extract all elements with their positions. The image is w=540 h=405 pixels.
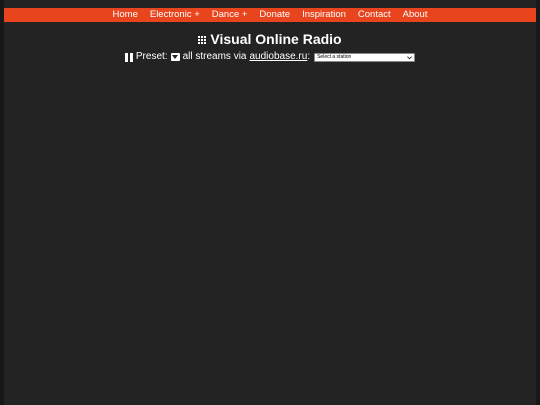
chevron-down-icon [407,55,412,59]
nav-item-dance[interactable]: Dance + [212,8,248,22]
pause-icon[interactable] [124,52,133,62]
top-nav-bar: Home Electronic + Dance + Donate Inspira… [4,8,536,22]
preset-label: Preset: [135,51,168,62]
colon-text: : [307,51,311,62]
chevron-down-icon[interactable] [170,53,180,61]
page-title: Visual Online Radio [210,31,342,47]
station-select[interactable]: Select a station [314,52,416,62]
page: Home Electronic + Dance + Donate Inspira… [0,0,540,405]
nav-item-contact[interactable]: Contact [358,8,391,22]
audiobase-link[interactable]: audiobase.ru [249,50,307,64]
nav-item-about[interactable]: About [403,8,428,22]
nav-item-donate[interactable]: Donate [259,8,290,22]
nav-item-inspiration[interactable]: Inspiration [302,8,346,22]
streams-text: all streams via [182,51,247,62]
title-row: Visual Online Radio [4,30,536,48]
station-select-value: Select a station [317,54,352,60]
grid-icon [198,35,207,45]
player-controls: Preset: all streams via audiobase.ru : S… [4,50,536,64]
nav-item-electronic[interactable]: Electronic + [150,8,200,22]
nav-item-home[interactable]: Home [113,8,138,22]
